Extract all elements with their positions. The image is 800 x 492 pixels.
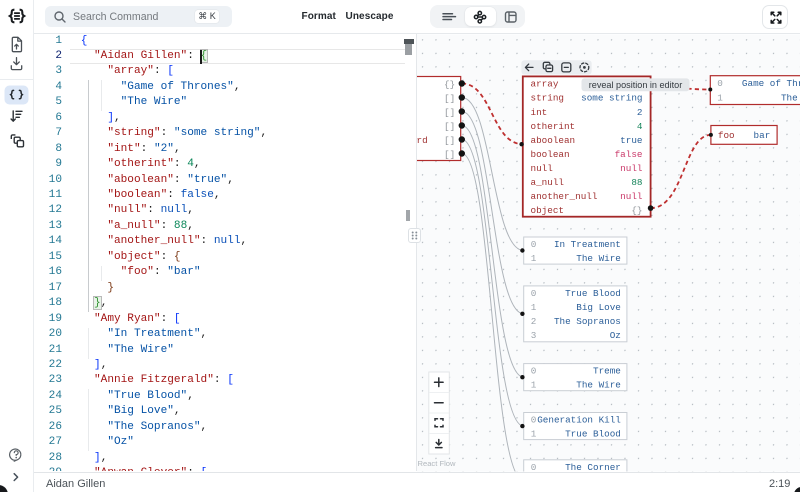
svg-text:1: 1	[717, 93, 723, 104]
svg-text:reveal position in editor: reveal position in editor	[589, 80, 683, 90]
svg-text:2: 2	[531, 316, 537, 327]
svg-text:4: 4	[637, 121, 643, 132]
svg-text:{}: {}	[631, 205, 642, 216]
svg-text:array: array	[531, 79, 559, 90]
svg-text:3: 3	[531, 330, 537, 341]
svg-text:[]: []	[444, 93, 455, 104]
svg-text:bar: bar	[754, 130, 771, 141]
svg-text:Treme: Treme	[593, 366, 621, 377]
svg-text:The Wire: The Wire	[576, 253, 621, 264]
svg-text:aboolean: aboolean	[531, 135, 576, 146]
svg-text:The Sopranos: The Sopranos	[554, 316, 621, 327]
svg-text:1: 1	[531, 380, 537, 391]
svg-text:null: null	[620, 163, 643, 174]
svg-text:string: string	[531, 93, 564, 104]
svg-text:0: 0	[531, 415, 537, 426]
svg-text:Oz: Oz	[610, 330, 621, 341]
svg-text:[]: []	[444, 149, 455, 160]
svg-text:0: 0	[717, 78, 723, 89]
svg-text:foo: foo	[718, 130, 735, 141]
svg-text:[]: []	[444, 107, 455, 118]
svg-text:[]: []	[444, 135, 455, 146]
svg-text:rd: rd	[417, 135, 428, 146]
svg-text:1: 1	[531, 302, 537, 313]
svg-text:True Blood: True Blood	[565, 429, 621, 440]
svg-text:null: null	[531, 163, 554, 174]
svg-text:2: 2	[637, 107, 643, 118]
svg-text:boolean: boolean	[531, 149, 570, 160]
svg-text:0: 0	[531, 239, 537, 250]
svg-text:Game of Thrones: Game of Thrones	[742, 78, 800, 89]
svg-text:React Flow: React Flow	[418, 459, 456, 468]
svg-text:Generation Kill: Generation Kill	[537, 415, 621, 426]
svg-text:int: int	[531, 107, 548, 118]
svg-text:0: 0	[531, 366, 537, 377]
svg-text:true: true	[620, 135, 642, 146]
svg-text:The Wire: The Wire	[781, 93, 800, 104]
svg-text:some string: some string	[581, 93, 642, 104]
svg-text:In Treatment: In Treatment	[554, 239, 621, 250]
svg-text:1: 1	[531, 253, 537, 264]
svg-text:object: object	[531, 205, 564, 216]
svg-text:True Blood: True Blood	[565, 288, 621, 299]
svg-text:null: null	[620, 191, 643, 202]
svg-text:[]: []	[444, 121, 455, 132]
svg-text:0: 0	[531, 288, 537, 299]
svg-text:false: false	[615, 149, 643, 160]
svg-text:1: 1	[531, 429, 537, 440]
svg-text:The Wire: The Wire	[576, 380, 621, 391]
svg-text:Big Love: Big Love	[576, 302, 621, 313]
svg-text:a_null: a_null	[531, 177, 565, 188]
svg-text:88: 88	[631, 177, 642, 188]
svg-text:another_null: another_null	[531, 191, 598, 202]
svg-text:{}: {}	[444, 79, 455, 90]
svg-text:otherint: otherint	[531, 121, 576, 132]
